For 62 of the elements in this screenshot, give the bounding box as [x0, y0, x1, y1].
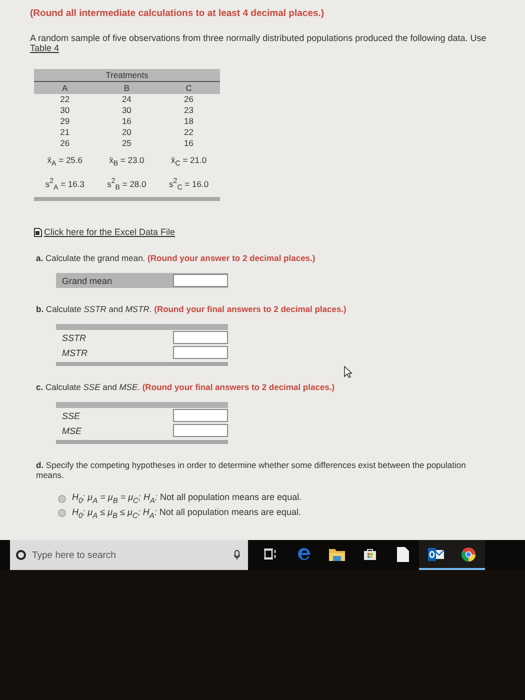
- search-field[interactable]: Type here to search: [10, 540, 248, 570]
- browser-icon: [296, 547, 310, 561]
- stat-cell-text: s$^{2}$$_{A}$ = 16.3: [44, 176, 86, 194]
- data-file-link[interactable]: Click here for the Excel Data File: [44, 227, 176, 238]
- option-text: H$_{0}$: μ$_{A}$ ≤ μ$_{B}$ ≤ μ$_{C}$; H$_{A}$: Not all population means are equal.: [72, 507, 301, 520]
- field-label: MSE: [62, 426, 82, 436]
- question-text: d. Specify the competing hypotheses in order to determine whether some differences exist between the population means.: [36, 460, 467, 480]
- question-text: a. Calculate the grand mean. (Round your answer to 2 decimal places.): [36, 253, 316, 264]
- table-cell-text: 18: [183, 116, 195, 127]
- search-icon: [16, 550, 26, 560]
- radio-button[interactable]: [58, 494, 66, 503]
- table-cell-text: 30: [59, 105, 71, 116]
- answer-field[interactable]: [173, 346, 228, 360]
- microphone-icon[interactable]: [234, 550, 240, 560]
- table-cell-text: 23: [183, 105, 195, 116]
- answer-field[interactable]: [173, 424, 228, 438]
- stat-cell-text: x̄$_{A}$ = 25.6: [46, 154, 84, 170]
- file-icon: [396, 546, 408, 562]
- answer-field[interactable]: [173, 274, 228, 288]
- field-label: SSE: [62, 410, 80, 421]
- stat-cell-text: x̄$_{B}$ = 23.0: [108, 154, 146, 170]
- radio-button[interactable]: [58, 509, 66, 518]
- table-cell: 22: [34, 94, 96, 105]
- answer-field[interactable]: [173, 331, 228, 344]
- taskbar-button[interactable]: [452, 540, 485, 570]
- field-label: Grand mean: [62, 276, 112, 286]
- task-view-icon: [264, 548, 278, 560]
- table-cell-text: 26: [59, 138, 71, 149]
- table-cell: 26: [158, 94, 220, 105]
- table-cell-text: 25: [120, 138, 132, 149]
- field-label: MSTR: [62, 348, 88, 358]
- table-cell-text: 30: [120, 105, 132, 116]
- mouse-cursor-icon: [344, 366, 352, 378]
- option-text: H$_{0}$: μ$_{A}$ = μ$_{B}$ = μ$_{C}$; H$_{A}$: Not all population means are equal.: [72, 492, 302, 505]
- column-header: A: [34, 82, 96, 94]
- table-cell-text: 21: [59, 127, 71, 138]
- stat-cell-text: x̄$_{C}$ = 21.0: [170, 154, 208, 170]
- table-cell-text: 20: [120, 127, 132, 138]
- folder-icon: [328, 548, 344, 560]
- table-cell-text: 29: [59, 116, 71, 127]
- stat-cell-text: s$^{2}$$_{B}$ = 28.0: [106, 176, 148, 194]
- search-placeholder: Type here to search: [32, 550, 117, 560]
- table-cell-text: 16: [120, 116, 132, 127]
- shopping-bag-icon: [362, 547, 376, 561]
- mail-icon: [428, 548, 444, 560]
- column-header: B: [96, 82, 158, 94]
- taskbar-button[interactable]: [419, 540, 452, 570]
- document-icon: [34, 228, 42, 237]
- table-heading: Treatments: [34, 69, 220, 82]
- browser-icon: [461, 546, 476, 562]
- answer-field[interactable]: [173, 409, 228, 422]
- field-label: SSTR: [62, 332, 86, 343]
- intro-paragraph: A random sample of five observations from three normally distributed populations produced the following data. Use Table 4: [30, 33, 488, 53]
- table-cell: 24: [96, 94, 158, 105]
- table-cell-text: 16: [183, 138, 195, 149]
- column-header: C: [158, 82, 220, 94]
- table-link[interactable]: Table 4: [30, 43, 60, 53]
- table-cell-text: 22: [183, 127, 195, 138]
- question-text: b. Calculate SSTR and MSTR. (Round your final answers to 2 decimal places.): [36, 304, 348, 314]
- instruction-text: (Round all intermediate calculations to at least 4 decimal places.): [30, 8, 326, 19]
- question-text: c. Calculate SSE and MSE. (Round your final answers to 2 decimal places.): [36, 382, 336, 392]
- stat-cell-text: s$^{2}$$_{C}$ = 16.0: [168, 176, 210, 194]
